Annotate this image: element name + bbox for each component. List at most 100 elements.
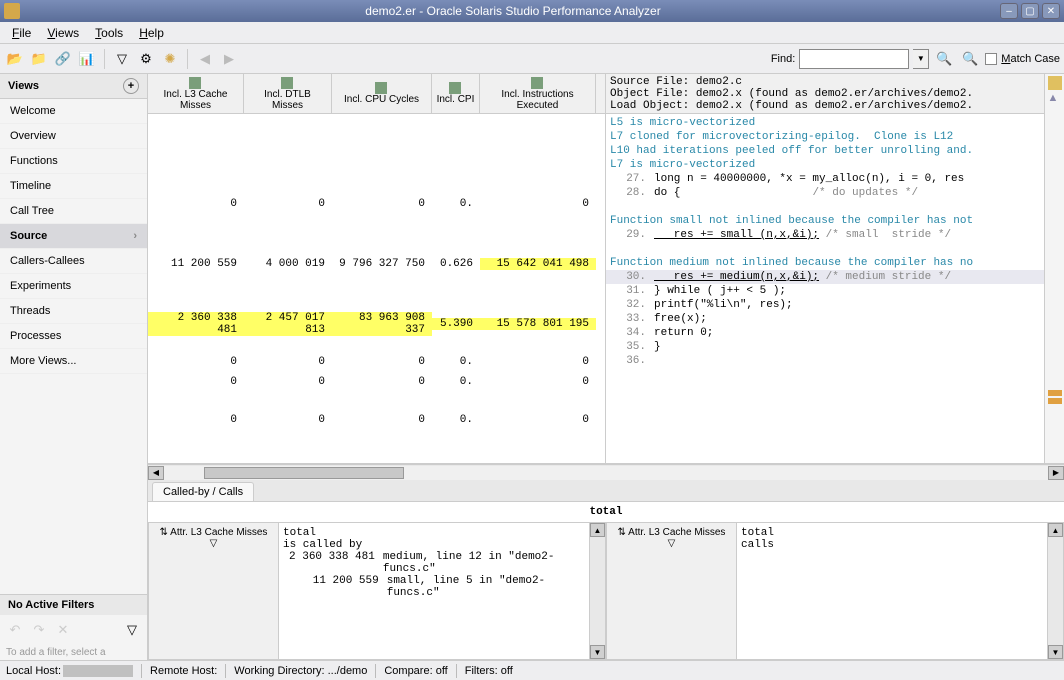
redo-filter-icon[interactable]: ↷ xyxy=(28,619,50,641)
menubar: File Views Tools Help xyxy=(0,22,1064,44)
metric-row[interactable]: 0000.0 xyxy=(148,352,605,372)
sidebar-item-processes[interactable]: Processes xyxy=(0,324,147,349)
undo-filter-icon[interactable]: ↶ xyxy=(4,619,26,641)
source-line[interactable]: 34.return 0; xyxy=(606,326,1064,340)
source-line[interactable]: 31.} while ( j++ < 5 ); xyxy=(606,284,1064,298)
called-by-row[interactable]: 11 200 559small, line 5 in "demo2-funcs.… xyxy=(283,575,585,599)
sidebar-item-functions[interactable]: Functions xyxy=(0,149,147,174)
metric-row[interactable]: 0000.0 xyxy=(148,372,605,392)
metric-cell: 0 xyxy=(332,376,432,388)
metrics-header: Incl. L3 Cache MissesIncl. DTLB MissesIn… xyxy=(148,74,605,114)
marker-icon[interactable] xyxy=(1048,76,1062,90)
sidebar-item-more-views-[interactable]: More Views... xyxy=(0,349,147,374)
sidebar-item-timeline[interactable]: Timeline xyxy=(0,174,147,199)
source-body: L5 is micro-vectorizedL7 cloned for micr… xyxy=(606,114,1064,370)
menu-views[interactable]: Views xyxy=(39,24,87,42)
gear-icon[interactable]: ✺ xyxy=(159,48,181,70)
sidebar-item-overview[interactable]: Overview xyxy=(0,124,147,149)
metric-row[interactable]: 0000.0 xyxy=(148,194,605,214)
add-experiment-icon[interactable]: 📁 xyxy=(28,48,50,70)
aggregate-icon[interactable]: 🔗 xyxy=(52,48,74,70)
vscroll-right[interactable]: ▲ ▼ xyxy=(1047,523,1063,659)
marker-orange-icon[interactable] xyxy=(1048,390,1062,396)
add-view-button[interactable]: + xyxy=(123,78,139,94)
find-dropdown[interactable]: ▼ xyxy=(913,49,929,69)
compare-icon[interactable]: 📊 xyxy=(76,48,98,70)
metric-row[interactable] xyxy=(148,274,605,314)
annotation-line[interactable]: Function small not inlined because the c… xyxy=(606,214,1064,228)
metrics-pane: Incl. L3 Cache MissesIncl. DTLB MissesIn… xyxy=(148,74,606,463)
source-line[interactable]: 29. res += small (n,x,&i); /* small stri… xyxy=(606,228,1064,242)
find-prev-icon[interactable]: 🔍 xyxy=(959,48,981,70)
nav-back-icon[interactable]: ◀ xyxy=(194,48,216,70)
horizontal-scrollbar[interactable]: ◀ ▶ xyxy=(148,464,1064,480)
metric-row[interactable] xyxy=(148,392,605,410)
annotation-line[interactable]: L10 had iterations peeled off for better… xyxy=(606,144,1064,158)
metric-cell: 0 xyxy=(244,414,332,426)
metric-cell: 5.390 xyxy=(432,318,480,330)
metric-col-header[interactable]: Incl. CPU Cycles xyxy=(332,74,432,113)
metric-row[interactable] xyxy=(148,334,605,352)
metric-row[interactable]: 11 200 5594 000 0199 796 327 7500.62615 … xyxy=(148,254,605,274)
scroll-left-button[interactable]: ◀ xyxy=(148,466,164,480)
metric-row[interactable] xyxy=(148,114,605,194)
scroll-up-button[interactable]: ▲ xyxy=(1048,523,1063,537)
source-line[interactable]: 27.long n = 40000000, *x = my_alloc(n), … xyxy=(606,172,1064,186)
filter-funnel-icon[interactable]: ▽ xyxy=(121,619,143,641)
metric-row[interactable] xyxy=(148,214,605,254)
sidebar-item-experiments[interactable]: Experiments xyxy=(0,274,147,299)
annotation-line[interactable]: Function medium not inlined because the … xyxy=(606,256,1064,270)
menu-tools[interactable]: Tools xyxy=(87,24,131,42)
metric-row[interactable]: 0000.0 xyxy=(148,410,605,430)
source-line[interactable] xyxy=(606,242,1064,256)
sort-icon[interactable]: ⇅ xyxy=(618,527,626,538)
scroll-down-button[interactable]: ▼ xyxy=(1048,645,1063,659)
menu-file[interactable]: File xyxy=(4,24,39,42)
nav-up-icon[interactable]: ▲ xyxy=(1048,92,1062,106)
marker-orange-icon[interactable] xyxy=(1048,398,1062,404)
sidebar-item-call-tree[interactable]: Call Tree xyxy=(0,199,147,224)
annotation-line[interactable]: L7 cloned for microvectorizing-epilog. C… xyxy=(606,130,1064,144)
metric-col-header[interactable]: Incl. CPI xyxy=(432,74,480,113)
clear-filter-icon[interactable]: ✕ xyxy=(52,619,74,641)
minimize-button[interactable]: – xyxy=(1000,3,1018,19)
filter-icon[interactable]: ▽ xyxy=(111,48,133,70)
sort-icon[interactable]: ⇅ xyxy=(160,527,168,538)
vscroll-left[interactable]: ▲ ▼ xyxy=(589,523,605,659)
source-line[interactable]: 35.} xyxy=(606,340,1064,354)
sidebar-item-threads[interactable]: Threads xyxy=(0,299,147,324)
scroll-thumb[interactable] xyxy=(204,467,404,479)
maximize-button[interactable]: ▢ xyxy=(1021,3,1039,19)
source-line[interactable]: 32.printf("%li\n", res); xyxy=(606,298,1064,312)
metric-col-header[interactable]: Incl. DTLB Misses xyxy=(244,74,332,113)
nav-forward-icon[interactable]: ▶ xyxy=(218,48,240,70)
metric-col-header[interactable]: Incl. Instructions Executed xyxy=(480,74,596,113)
metric-cell: 11 200 559 xyxy=(148,258,244,270)
match-case-checkbox[interactable] xyxy=(985,53,997,65)
open-experiment-icon[interactable]: 📂 xyxy=(4,48,26,70)
annotation-line[interactable]: L5 is micro-vectorized xyxy=(606,116,1064,130)
scroll-right-button[interactable]: ▶ xyxy=(1048,466,1064,480)
local-host-value xyxy=(63,665,133,677)
metric-row[interactable]: 2 360 338 4812 457 017 81383 963 908 337… xyxy=(148,314,605,334)
find-input[interactable] xyxy=(799,49,909,69)
close-button[interactable]: ✕ xyxy=(1042,3,1060,19)
source-line[interactable]: 30. res += medium(n,x,&i); /* medium str… xyxy=(606,270,1064,284)
sidebar-item-welcome[interactable]: Welcome xyxy=(0,99,147,124)
source-line[interactable] xyxy=(606,200,1064,214)
source-line[interactable]: 33.free(x); xyxy=(606,312,1064,326)
find-next-icon[interactable]: 🔍 xyxy=(933,48,955,70)
scroll-up-button[interactable]: ▲ xyxy=(590,523,605,537)
metric-col-header[interactable]: Incl. L3 Cache Misses xyxy=(148,74,244,113)
scroll-down-button[interactable]: ▼ xyxy=(590,645,605,659)
tab-called-by-calls[interactable]: Called-by / Calls xyxy=(152,482,254,501)
settings-icon[interactable]: ⚙ xyxy=(135,48,157,70)
source-line[interactable]: 36. xyxy=(606,354,1064,368)
filters-label: Filters: off xyxy=(465,665,513,677)
sidebar-item-callers-callees[interactable]: Callers-Callees xyxy=(0,249,147,274)
source-line[interactable]: 28.do { /* do updates */ xyxy=(606,186,1064,200)
annotation-line[interactable]: L7 is micro-vectorized xyxy=(606,158,1064,172)
sidebar-item-source[interactable]: Source xyxy=(0,224,147,249)
menu-help[interactable]: Help xyxy=(131,24,172,42)
called-by-row[interactable]: 2 360 338 481medium, line 12 in "demo2-f… xyxy=(283,551,585,575)
